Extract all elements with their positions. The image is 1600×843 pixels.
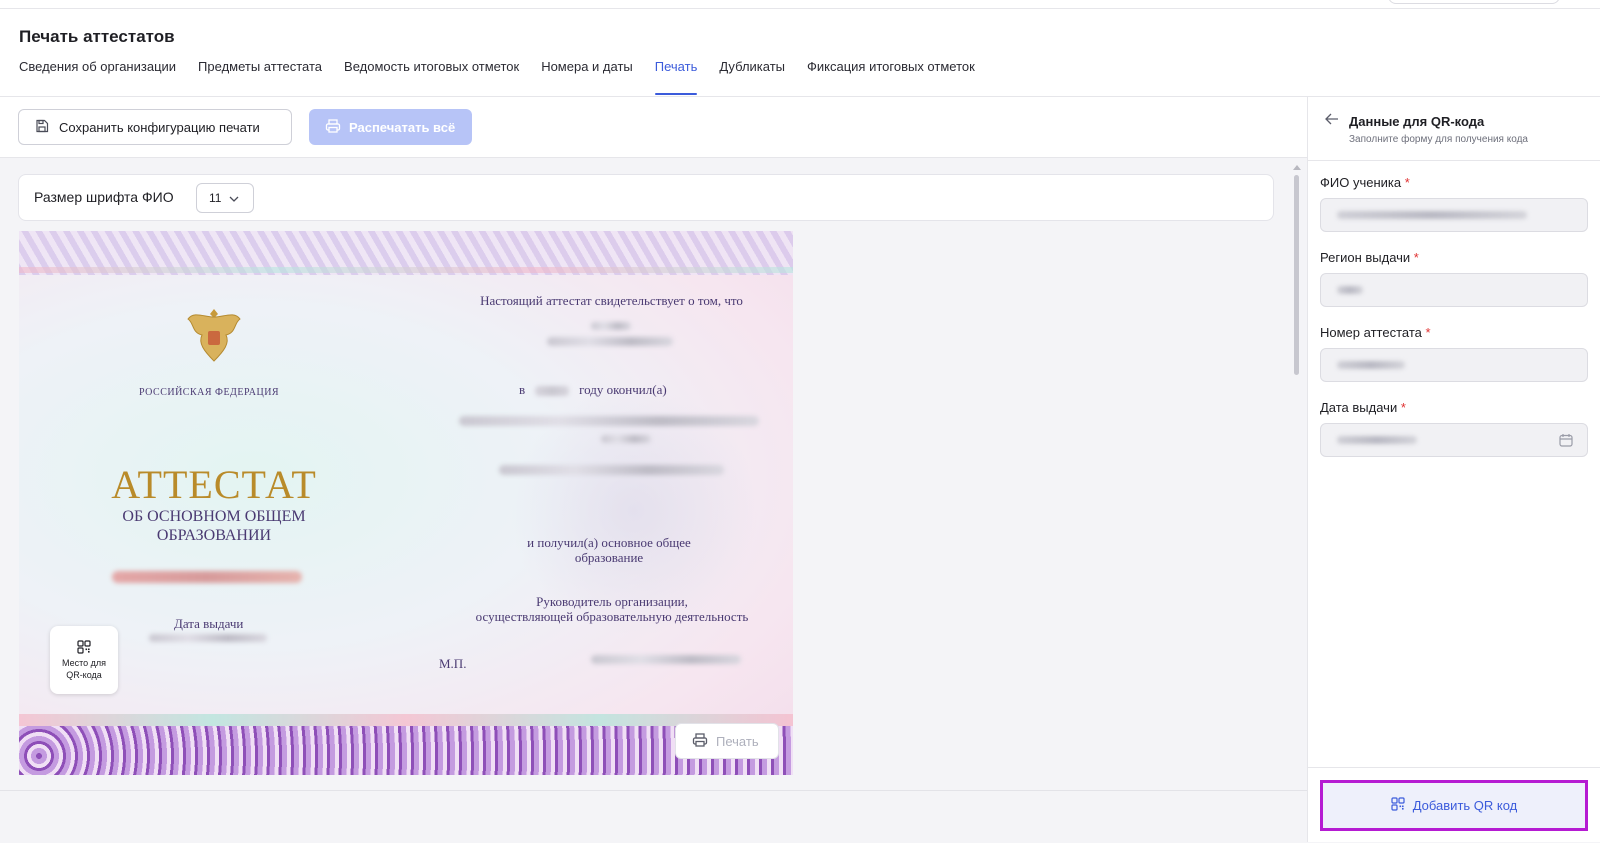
scroll-up-arrow[interactable] — [1293, 165, 1301, 170]
certificate-top-stripe — [19, 267, 793, 273]
received-education-text: и получил(а) основное общее образование — [489, 535, 729, 565]
print-button-label: Печать — [716, 733, 759, 749]
calendar-icon[interactable] — [1559, 433, 1573, 452]
qr-code-icon — [77, 639, 91, 657]
redacted-text — [499, 465, 724, 475]
print-all-button[interactable]: Распечатать всё — [309, 109, 472, 145]
tab-certificate-subjects[interactable]: Предметы аттестата — [198, 59, 322, 95]
certificate-preview: Настоящий аттестат свидетельствует о том… — [19, 231, 793, 775]
required-mark: * — [1400, 400, 1406, 415]
redacted-value — [1337, 211, 1527, 219]
certificate-subtitle: ОБ ОСНОВНОМ ОБЩЕМ ОБРАЗОВАНИИ — [19, 507, 409, 545]
printer-icon — [692, 732, 708, 750]
country-name: РОССИЙСКАЯ ФЕДЕРАЦИЯ — [139, 387, 280, 398]
qr-code-icon — [1391, 797, 1405, 814]
tab-grades-fixation[interactable]: Фиксация итоговых отметок — [807, 59, 975, 95]
field-label-text: ФИО ученика — [1320, 175, 1402, 190]
certificate-title: АТТЕСТАТ — [111, 462, 317, 507]
coat-of-arms-icon — [187, 309, 241, 362]
content-divider — [0, 790, 1307, 791]
head-line-2: осуществляющей образовательную деятельно… — [475, 609, 749, 624]
redacted-text — [591, 322, 631, 330]
qr-code-placeholder[interactable]: Место для QR-кода — [50, 626, 118, 694]
certificate-number-field: Номер аттестата * — [1320, 325, 1588, 382]
field-label-text: Номер аттестата — [1320, 325, 1422, 340]
add-qr-code-button[interactable]: Добавить QR код — [1320, 780, 1588, 831]
field-label-text: Регион выдачи — [1320, 250, 1411, 265]
arrow-left-icon[interactable] — [1325, 112, 1339, 129]
student-name-field: ФИО ученика * — [1320, 175, 1588, 232]
tab-final-grades-sheet[interactable]: Ведомость итоговых отметок — [344, 59, 519, 95]
tab-organization-info[interactable]: Сведения об организации — [19, 59, 176, 95]
chevron-down-icon — [229, 191, 239, 205]
received-line-1: и получил(а) основное общее — [527, 535, 691, 550]
student-name-input[interactable] — [1320, 198, 1588, 232]
font-size-value: 11 — [209, 191, 222, 205]
preview-scrollbar[interactable] — [1293, 165, 1301, 785]
font-size-select[interactable]: 11 — [196, 183, 254, 213]
save-print-config-button[interactable]: Сохранить конфигурацию печати — [18, 109, 292, 145]
redacted-text — [547, 337, 673, 346]
qr-place-line-2: QR-кода — [66, 669, 102, 680]
page-title: Печать аттестатов — [19, 27, 175, 46]
certificate-subtitle-line-1: ОБ ОСНОВНОМ ОБЩЕМ — [122, 508, 306, 525]
tab-bar: Сведения об организации Предметы аттеста… — [19, 59, 997, 95]
top-strip — [0, 0, 1600, 9]
font-size-bar: Размер шрифта ФИО 11 — [18, 174, 1274, 221]
tab-numbers-dates[interactable]: Номера и даты — [541, 59, 633, 95]
panel-header: Данные для QR-кода Заполните форму для п… — [1308, 97, 1600, 161]
certificate-number-label: Номер аттестата * — [1320, 325, 1588, 340]
year-prefix: в — [519, 382, 526, 397]
redacted-date — [149, 634, 267, 642]
redacted-text — [601, 435, 651, 443]
print-button[interactable]: Печать — [675, 723, 779, 759]
head-of-organization-text: Руководитель организации, осуществляющей… — [437, 594, 787, 624]
save-print-config-label: Сохранить конфигурацию печати — [59, 119, 260, 135]
required-mark: * — [1404, 175, 1410, 190]
qr-data-panel: Данные для QR-кода Заполните форму для п… — [1307, 97, 1600, 842]
region-label: Регион выдачи * — [1320, 250, 1588, 265]
stamp-place-label: М.П. — [439, 656, 467, 671]
certificate-intro: Настоящий аттестат свидетельствует о том… — [480, 293, 743, 308]
redacted-text — [112, 571, 302, 583]
redacted-year — [535, 386, 570, 397]
certificate-subtitle-line-2: ОБРАЗОВАНИИ — [156, 527, 272, 544]
required-mark: * — [1413, 250, 1419, 265]
tab-print[interactable]: Печать — [654, 59, 697, 95]
redacted-text — [459, 416, 759, 426]
panel-subtitle: Заполните форму для получения кода — [1349, 134, 1528, 145]
redacted-value — [1337, 361, 1405, 369]
page-header: Печать аттестатов Сведения об организаци… — [0, 9, 1600, 97]
panel-footer: Добавить QR код — [1308, 767, 1600, 843]
certificate-number-input[interactable] — [1320, 348, 1588, 382]
issue-date-input[interactable] — [1320, 423, 1588, 457]
print-toolbar: Сохранить конфигурацию печати Распечатат… — [0, 97, 1307, 158]
tab-duplicates[interactable]: Дубликаты — [719, 59, 785, 95]
region-input[interactable] — [1320, 273, 1588, 307]
top-right-control[interactable] — [1388, 0, 1560, 4]
print-all-label: Распечатать всё — [349, 119, 456, 135]
issue-date-label: Дата выдачи — [174, 616, 244, 631]
redacted-value — [1337, 436, 1417, 444]
head-line-1: Руководитель организации, — [536, 594, 688, 609]
redacted-signature — [591, 655, 741, 664]
issue-date-field-label: Дата выдачи * — [1320, 400, 1588, 415]
printer-icon — [325, 118, 341, 136]
received-line-2: образование — [574, 550, 644, 565]
qr-place-line-1: Место для — [61, 657, 106, 668]
required-mark: * — [1425, 325, 1431, 340]
redacted-value — [1337, 286, 1363, 294]
issue-date-field: Дата выдачи * — [1320, 400, 1588, 457]
region-field: Регион выдачи * — [1320, 250, 1588, 307]
field-label-text: Дата выдачи — [1320, 400, 1398, 415]
save-icon — [35, 119, 49, 136]
panel-title: Данные для QR-кода — [1349, 114, 1485, 129]
font-size-label: Размер шрифта ФИО — [34, 189, 174, 205]
add-qr-code-label: Добавить QR код — [1412, 798, 1518, 813]
scrollbar-thumb[interactable] — [1294, 175, 1299, 375]
year-suffix: году окончил(а) — [579, 382, 667, 397]
student-name-label: ФИО ученика * — [1320, 175, 1588, 190]
graduation-year-line: в году окончил(а) — [519, 382, 667, 398]
